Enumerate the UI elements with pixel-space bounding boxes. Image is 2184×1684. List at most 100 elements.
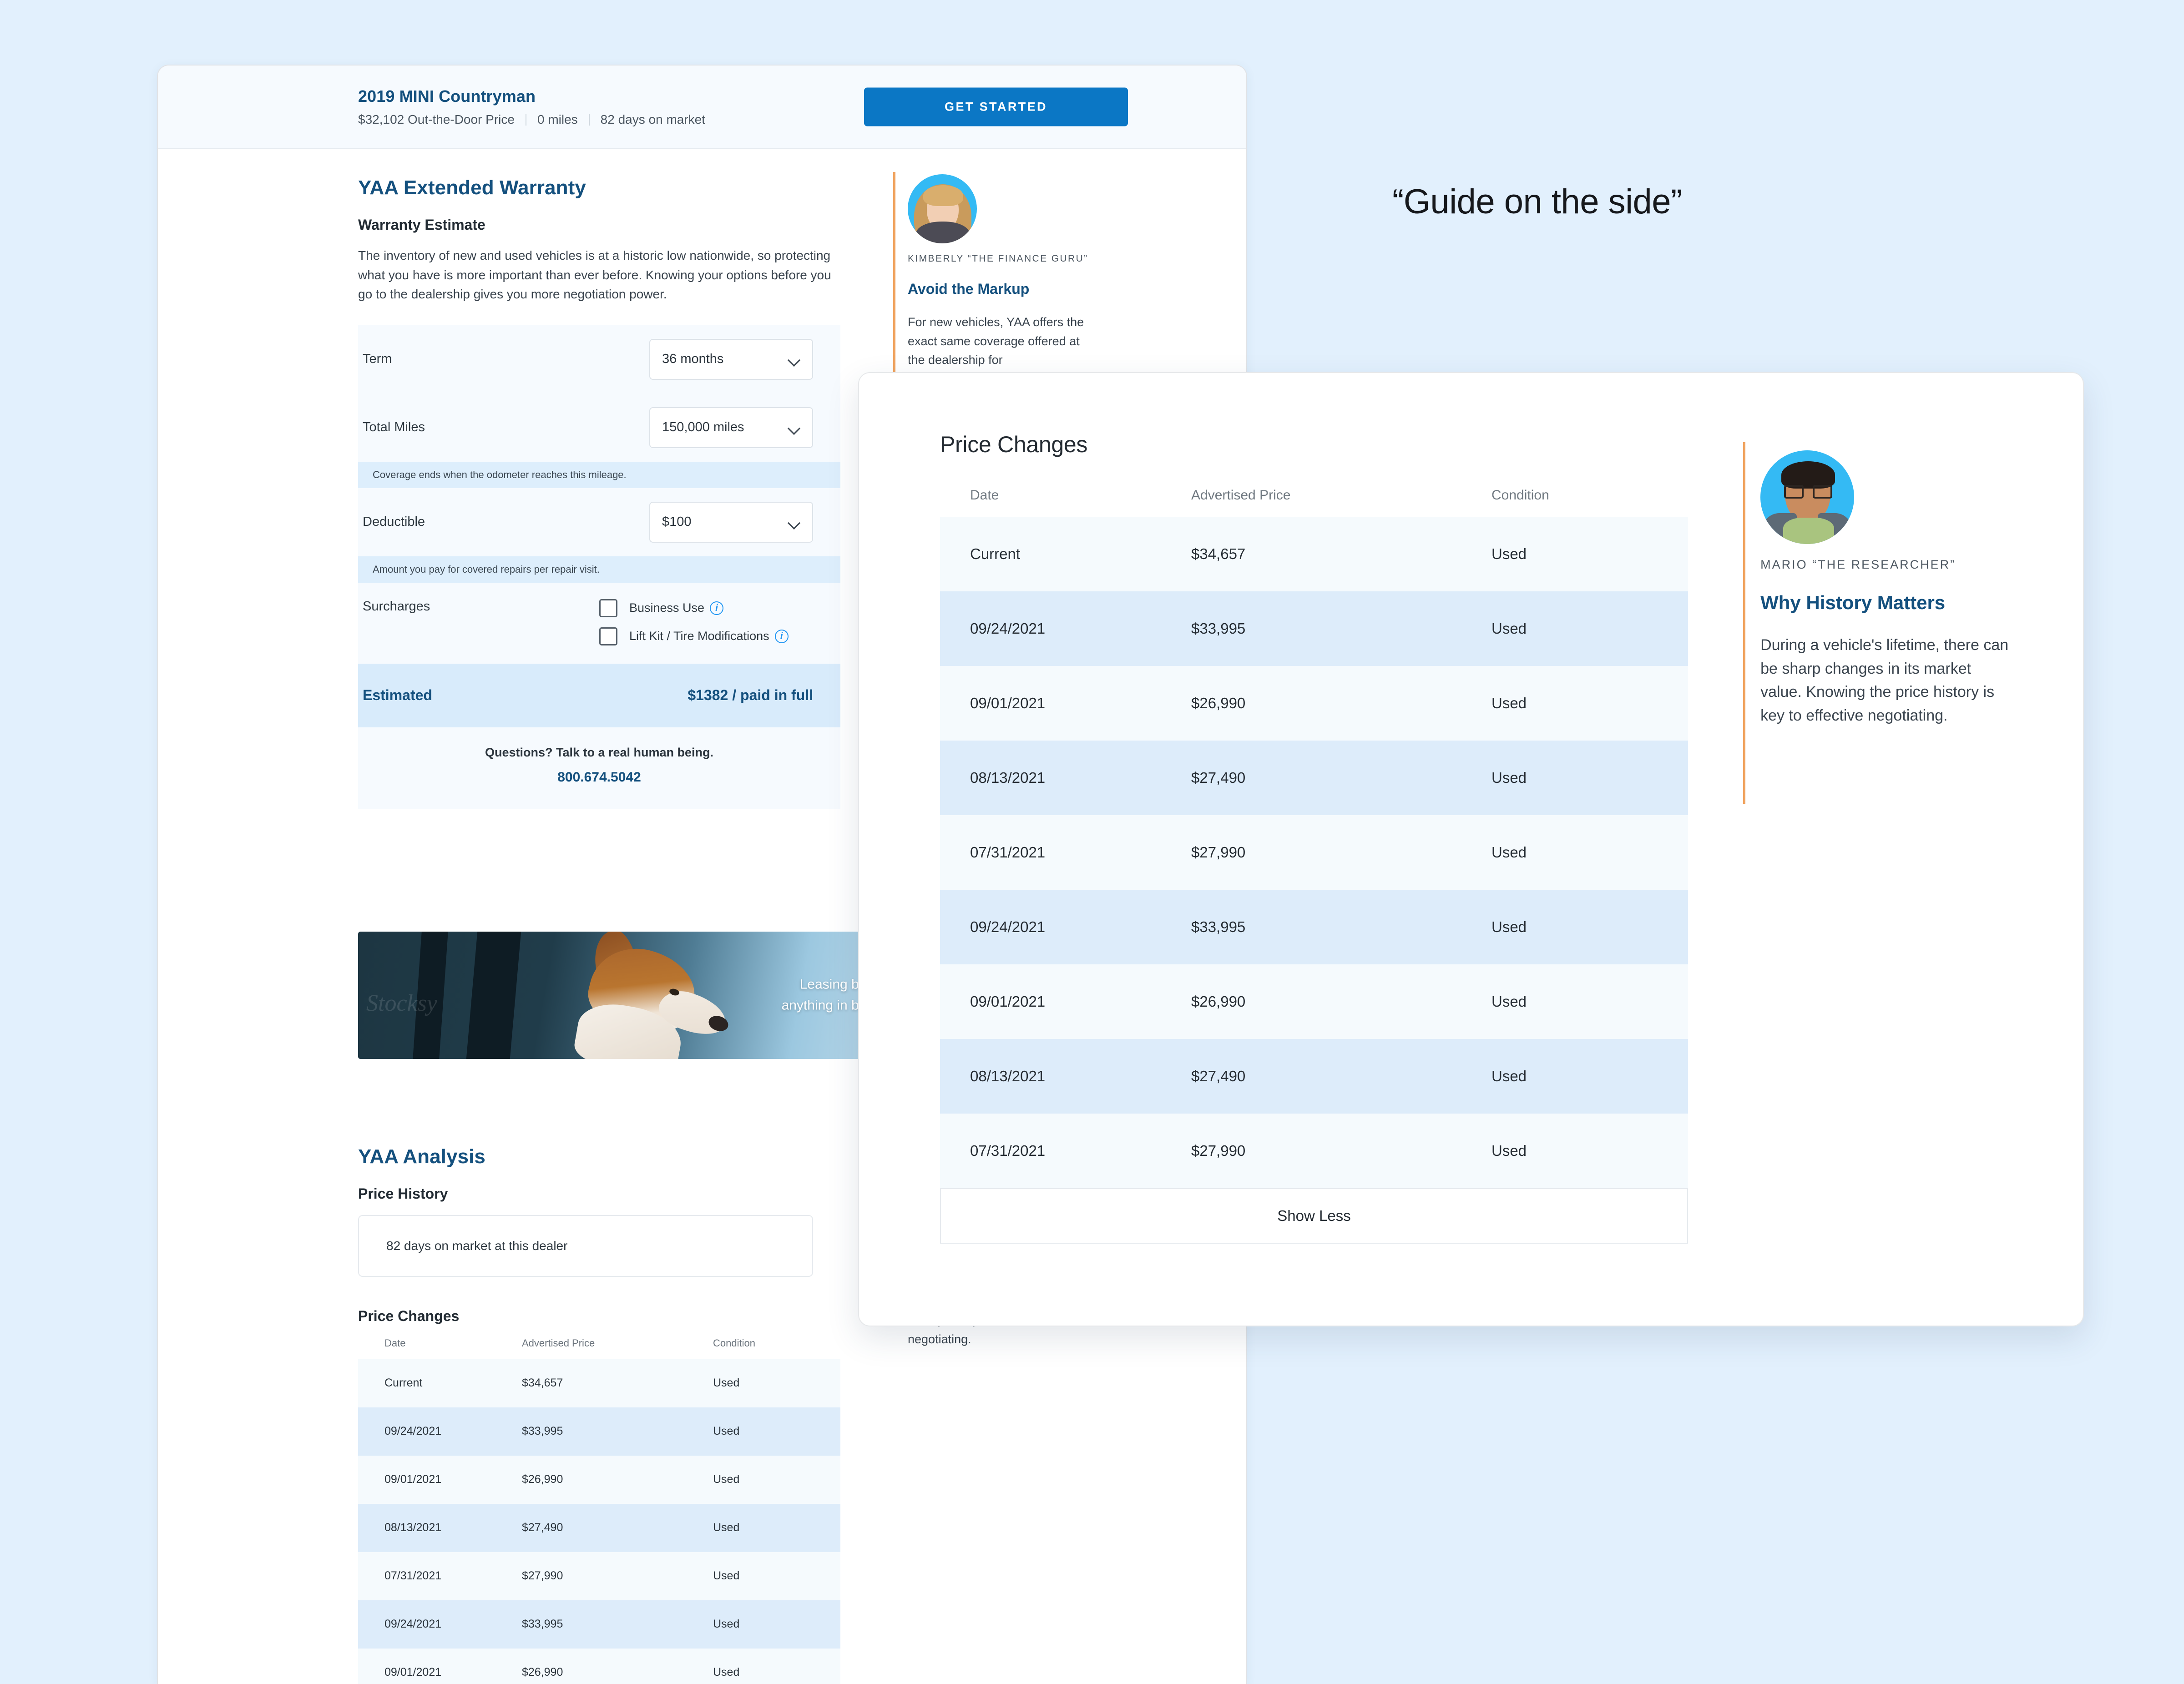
estimated-total-row: Estimated $1382 / paid in full — [358, 663, 840, 727]
get-started-button[interactable]: GET STARTED — [864, 87, 1128, 126]
total-miles-helper-text: Coverage ends when the odometer reaches … — [358, 461, 840, 488]
cell-date: 08/13/2021 — [384, 1521, 442, 1534]
cell-price: $33,995 — [522, 1618, 563, 1631]
cell-date: 07/31/2021 — [970, 1142, 1046, 1159]
cell-price: $26,990 — [522, 1666, 563, 1679]
table-row: 09/24/2021 $33,995 Used — [940, 591, 1688, 666]
total-miles-value: 150,000 miles — [662, 420, 744, 435]
vehicle-meta: $32,102 Out-the-Door Price 0 miles 82 da… — [358, 112, 705, 127]
cell-date: 09/01/2021 — [384, 1666, 442, 1679]
contact-block: Questions? Talk to a real human being. 8… — [358, 727, 840, 809]
price-changes-modal: Price Changes Date Advertised Price Cond… — [858, 372, 2084, 1326]
form-row-deductible: Deductible $100 — [358, 488, 840, 556]
surcharge-options: Business Use i Lift Kit / Tire Modificat… — [599, 599, 813, 645]
modal-main-column: Price Changes Date Advertised Price Cond… — [859, 373, 1722, 1326]
table-row: 07/31/2021 $27,990 Used — [358, 1552, 840, 1600]
cell-price: $26,990 — [1191, 993, 1246, 1010]
cell-condition: Used — [713, 1569, 740, 1583]
form-row-surcharges: Surcharges Business Use i Lift Kit / Tir… — [358, 582, 840, 664]
col-header-condition: Condition — [713, 1337, 755, 1349]
table-row: 09/01/2021 $26,990 Used — [358, 1455, 840, 1504]
contact-phone-link[interactable]: 800.674.5042 — [367, 770, 831, 785]
info-icon[interactable]: i — [774, 629, 789, 643]
modal-guide-column: MARIO “THE RESEARCHER” Why History Matte… — [1722, 373, 2083, 1326]
table-row: Current $34,657 Used — [358, 1359, 840, 1407]
cell-price: $34,657 — [1191, 545, 1246, 562]
cell-date: Current — [384, 1376, 423, 1390]
form-row-total-miles: Total Miles 150,000 miles — [358, 393, 840, 462]
surcharge-business-use[interactable]: Business Use i — [599, 599, 813, 617]
term-value: 36 months — [662, 352, 724, 367]
cell-condition: Used — [1491, 545, 1527, 562]
table-row: 09/24/2021 $33,995 Used — [940, 890, 1688, 964]
cell-condition: Used — [713, 1618, 740, 1631]
surcharge-lift-kit[interactable]: Lift Kit / Tire Modifications i — [599, 627, 813, 645]
deductible-value: $100 — [662, 514, 692, 529]
cell-condition: Used — [713, 1425, 740, 1438]
business-use-label: Business Use — [629, 601, 705, 615]
table-row: 09/01/2021 $26,990 Used — [358, 1648, 840, 1684]
chevron-down-icon — [789, 424, 800, 431]
price-history-subtitle: Price History — [358, 1185, 448, 1202]
cell-date: 09/01/2021 — [970, 993, 1046, 1010]
contact-question: Questions? Talk to a real human being. — [485, 745, 714, 759]
analysis-section-title: YAA Analysis — [358, 1145, 486, 1168]
banner-watermark: Stocksy — [366, 990, 437, 1016]
cell-date: 09/24/2021 — [970, 918, 1046, 935]
lift-kit-label: Lift Kit / Tire Modifications — [629, 629, 769, 643]
guide-body-mario: During a vehicle's lifetime, there can b… — [1760, 636, 2009, 725]
table-row: 08/13/2021 $27,490 Used — [940, 1039, 1688, 1114]
term-select[interactable]: 36 months — [649, 338, 813, 380]
guide-name-kimberly: KIMBERLY “THE FINANCE GURU” — [908, 253, 1088, 264]
table-header-row: Date Advertised Price Condition — [940, 488, 1688, 517]
avatar — [1760, 450, 1855, 544]
cell-date: 09/01/2021 — [970, 695, 1046, 711]
table-row: 09/24/2021 $33,995 Used — [358, 1600, 840, 1649]
cell-condition: Used — [1491, 844, 1527, 861]
price-changes-table-small: Date Advertised Price Condition Current $… — [358, 1337, 840, 1684]
price-changes-table: Date Advertised Price Condition Current $… — [940, 488, 1688, 1244]
deductible-select[interactable]: $100 — [649, 501, 813, 543]
page-headline: “Guide on the side” — [1392, 182, 1682, 221]
estimated-value: $1382 / paid in full — [688, 687, 813, 704]
modal-title: Price Changes — [940, 432, 1088, 457]
dog-photo-illustration — [572, 931, 740, 1059]
surcharges-label: Surcharges — [363, 599, 430, 614]
total-miles-select[interactable]: 150,000 miles — [649, 407, 813, 448]
table-row: 09/01/2021 $26,990 Used — [940, 666, 1688, 741]
cell-condition: Used — [713, 1473, 740, 1486]
lift-kit-checkbox[interactable] — [599, 627, 617, 645]
estimated-label: Estimated — [363, 687, 432, 704]
cell-date: 09/24/2021 — [384, 1618, 442, 1631]
vehicle-title: 2019 MINI Countryman — [358, 87, 536, 106]
cell-condition: Used — [1491, 620, 1527, 637]
vehicle-days-on-market: 82 days on market — [600, 112, 706, 126]
info-icon[interactable]: i — [710, 601, 724, 615]
cell-price: $26,990 — [1191, 695, 1246, 711]
table-row: 09/24/2021 $33,995 Used — [358, 1407, 840, 1456]
guide-card-kimberly: KIMBERLY “THE FINANCE GURU” Avoid the Ma… — [908, 174, 1219, 370]
warranty-estimate-subtitle: Warranty Estimate — [358, 217, 485, 233]
business-use-checkbox[interactable] — [599, 599, 617, 617]
warranty-main-column: YAA Extended Warranty Warranty Estimate … — [158, 149, 950, 1684]
cell-condition: Used — [1491, 993, 1527, 1010]
cell-condition: Used — [1491, 769, 1527, 786]
cell-date: Current — [970, 545, 1021, 562]
guide-title-mario: Why History Matters — [1760, 592, 1946, 613]
show-less-button[interactable]: Show Less — [940, 1188, 1688, 1244]
cell-price: $27,990 — [1191, 1142, 1246, 1159]
chevron-down-icon — [789, 356, 800, 363]
table-body: Current $34,657 Used 09/24/2021 $33,995 Used 0… — [940, 517, 1688, 1188]
col-header-price: Advertised Price — [522, 1337, 595, 1349]
table-body: Current $34,657 Used 09/24/2021 $33,995 Used 0… — [358, 1359, 840, 1684]
deductible-label: Deductible — [363, 514, 425, 529]
col-header-date: Date — [384, 1337, 406, 1349]
table-row: 07/31/2021 $27,990 Used — [940, 1114, 1688, 1188]
dealer-days-box: 82 days on market at this dealer — [358, 1215, 813, 1277]
cell-condition: Used — [1491, 1068, 1527, 1084]
cell-price: $27,490 — [1191, 1068, 1246, 1084]
deductible-helper-text: Amount you pay for covered repairs per r… — [358, 556, 840, 583]
guide-title-kimberly: Avoid the Markup — [908, 281, 1030, 297]
table-row: 08/13/2021 $27,490 Used — [940, 741, 1688, 815]
cell-date: 09/24/2021 — [970, 620, 1046, 637]
